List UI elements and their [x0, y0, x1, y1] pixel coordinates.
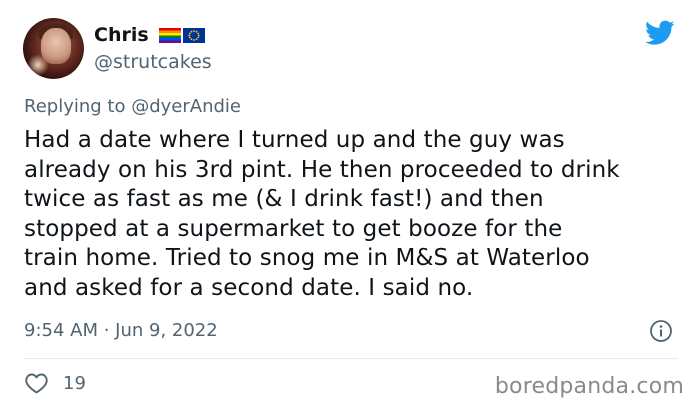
author-display-name[interactable]: Chris: [94, 24, 149, 46]
avatar-face: [41, 28, 71, 64]
reply-context: Replying to @dyerAndie: [24, 96, 241, 117]
divider: [24, 358, 678, 359]
reply-mention[interactable]: @dyerAndie: [131, 96, 241, 117]
author-handle[interactable]: @strutcakes: [94, 51, 212, 73]
like-button[interactable]: 19: [24, 372, 86, 394]
tweet-timestamp[interactable]: 9:54 AM · Jun 9, 2022: [24, 320, 218, 341]
like-count: 19: [63, 372, 86, 394]
author-name-row: Chris: [94, 24, 205, 46]
info-icon[interactable]: [649, 319, 673, 343]
rainbow-flag-icon: [158, 27, 181, 43]
twitter-bird-icon[interactable]: [645, 20, 675, 46]
avatar[interactable]: [23, 18, 84, 79]
heart-icon: [25, 373, 48, 394]
watermark: boredpanda.com: [494, 374, 684, 399]
tweet-text: Had a date where I turned up and the guy…: [24, 127, 620, 301]
author-flags: [158, 27, 205, 43]
reply-prefix: Replying to: [24, 96, 132, 117]
eu-flag-icon: [182, 27, 205, 43]
